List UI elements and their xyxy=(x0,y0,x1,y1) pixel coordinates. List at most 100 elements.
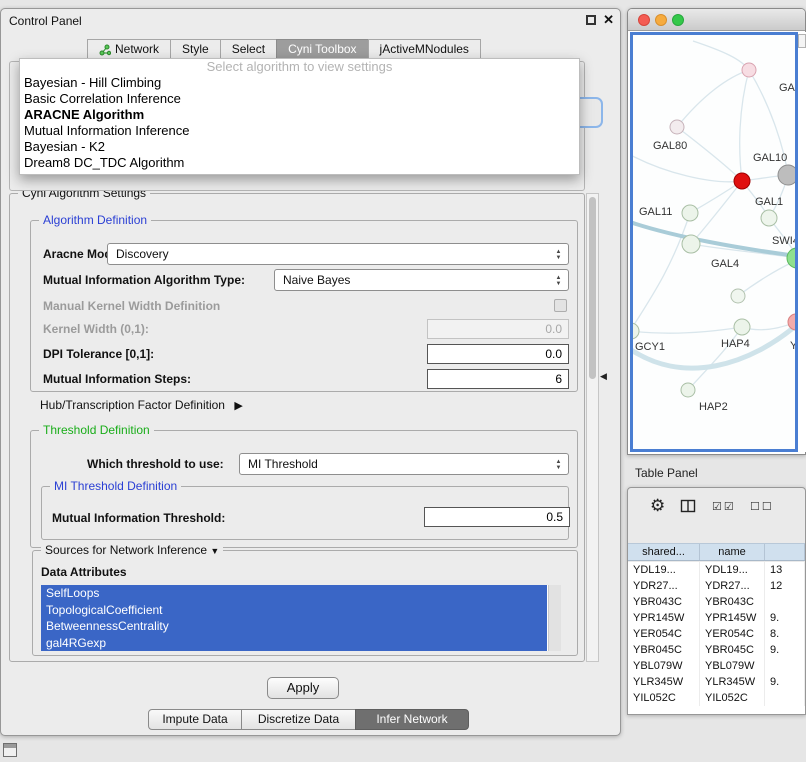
cell xyxy=(765,690,805,706)
select-all-icon[interactable]: ☑☑ xyxy=(712,500,736,513)
cell: YIL052C xyxy=(628,690,700,706)
network-graph[interactable]: GAL8 GAL80 GAL10 GAL11 GAL1 SWI4 GAL4 GC… xyxy=(633,35,795,449)
minimize-traffic-light-icon[interactable] xyxy=(655,14,667,26)
zoom-traffic-light-icon[interactable] xyxy=(672,14,684,26)
network-node[interactable] xyxy=(788,314,795,330)
gear-icon[interactable]: ⚙ xyxy=(650,496,665,516)
column-header-name[interactable]: name xyxy=(700,544,765,560)
mi-threshold-input[interactable] xyxy=(424,507,570,527)
list-item-selected[interactable]: BetweennessCentrality xyxy=(41,618,547,635)
control-panel-titlebar[interactable]: Control Panel ✕ xyxy=(1,9,620,33)
aracne-mode-combobox[interactable]: Discovery ▲▼ xyxy=(107,243,569,265)
group-title: Threshold Definition xyxy=(39,423,154,437)
cell: YBR043C xyxy=(628,594,700,610)
dropdown-option[interactable]: Bayesian - Hill Climbing xyxy=(20,75,579,91)
table-row[interactable]: YBR043C YBR043C xyxy=(628,594,805,610)
minimized-panel-icon[interactable] xyxy=(3,743,17,757)
table-row[interactable]: YBR045C YBR045C 9. xyxy=(628,642,805,658)
column-header-extra[interactable] xyxy=(765,544,805,560)
apply-button[interactable]: Apply xyxy=(267,677,339,699)
network-node[interactable] xyxy=(682,235,700,253)
network-node[interactable] xyxy=(731,289,745,303)
show-columns-icon[interactable] xyxy=(680,498,696,517)
dropdown-option[interactable]: Dream8 DC_TDC Algorithm xyxy=(20,155,579,171)
table-panel-title: Table Panel xyxy=(635,466,698,480)
tab-infer-network[interactable]: Infer Network xyxy=(355,709,469,730)
cell: YER054C xyxy=(700,626,765,642)
node-label: GAL4 xyxy=(711,258,739,270)
group-title: Algorithm Definition xyxy=(39,213,151,227)
network-node[interactable] xyxy=(742,63,756,77)
cell: 13 xyxy=(765,562,805,578)
cell: YPR145W xyxy=(700,610,765,626)
cell: YIL052C xyxy=(700,690,765,706)
cell xyxy=(765,658,805,674)
dropdown-option[interactable]: Bayesian - K2 xyxy=(20,139,579,155)
tab-network[interactable]: Network xyxy=(87,39,171,60)
mi-type-combobox[interactable]: Naive Bayes ▲▼ xyxy=(274,269,569,291)
dropdown-option-selected[interactable]: ARACNE Algorithm xyxy=(20,107,579,123)
node-label: GAL1 xyxy=(755,196,783,208)
combo-arrows-icon: ▲▼ xyxy=(552,457,565,472)
algorithm-definition-group: Algorithm Definition Aracne Mode: Discov… xyxy=(30,220,578,392)
tab-select[interactable]: Select xyxy=(220,39,277,60)
tab-cyni-toolbox[interactable]: Cyni Toolbox xyxy=(276,39,368,60)
sources-toggle[interactable]: Sources for Network Inference ▼ xyxy=(41,543,223,557)
cell: 9. xyxy=(765,642,805,658)
cell: 9. xyxy=(765,610,805,626)
manual-kernel-checkbox[interactable] xyxy=(554,299,567,312)
close-window-icon[interactable]: ✕ xyxy=(603,12,614,28)
tab-discretize-data[interactable]: Discretize Data xyxy=(241,709,356,730)
table-row[interactable]: YIL052C YIL052C xyxy=(628,690,805,706)
tab-impute-data[interactable]: Impute Data xyxy=(148,709,242,730)
table-row[interactable]: YBL079W YBL079W xyxy=(628,658,805,674)
network-node-selected[interactable] xyxy=(734,173,750,189)
network-node[interactable] xyxy=(681,383,695,397)
network-scroll-button[interactable] xyxy=(798,34,806,48)
threshold-definition-group: Threshold Definition Which threshold to … xyxy=(30,430,578,548)
sources-title: Sources for Network Inference xyxy=(45,543,207,557)
table-panel-window: ⚙ ☑☑ ☐☐ shared... name YDL19... YDL19...… xyxy=(627,487,806,715)
splitter-collapse-icon[interactable]: ◀ xyxy=(600,371,607,382)
hub-tf-definition-toggle[interactable]: Hub/Transcription Factor Definition ▶ xyxy=(40,398,243,412)
network-node[interactable] xyxy=(682,205,698,221)
network-scroll-strip xyxy=(798,32,806,452)
table-row[interactable]: YLR345W YLR345W 9. xyxy=(628,674,805,690)
network-node[interactable] xyxy=(778,165,795,185)
dropdown-option[interactable]: Mutual Information Inference xyxy=(20,123,579,139)
list-scrollbar[interactable] xyxy=(548,585,561,651)
threshold-combobox[interactable]: MI Threshold ▲▼ xyxy=(239,453,569,475)
network-window-titlebar[interactable] xyxy=(628,9,805,31)
tab-jactivemnodules[interactable]: jActiveMNodules xyxy=(368,39,481,60)
cell: YDL19... xyxy=(628,562,700,578)
kernel-width-label: Kernel Width (0,1): xyxy=(43,322,149,336)
network-canvas[interactable]: GAL8 GAL80 GAL10 GAL11 GAL1 SWI4 GAL4 GC… xyxy=(630,32,798,452)
settings-scrollbar[interactable] xyxy=(586,193,599,662)
deselect-all-icon[interactable]: ☐☐ xyxy=(750,500,774,513)
node-label: GAL10 xyxy=(753,152,787,164)
network-node[interactable] xyxy=(633,323,639,339)
network-node[interactable] xyxy=(734,319,750,335)
combo-value: Naive Bayes xyxy=(283,273,350,287)
scrollbar-thumb[interactable] xyxy=(589,197,596,379)
list-item-selected[interactable]: TopologicalCoefficient xyxy=(41,602,547,619)
close-traffic-light-icon[interactable] xyxy=(638,14,650,26)
node-label: Y xyxy=(790,340,795,352)
cell: YPR145W xyxy=(628,610,700,626)
list-item-selected[interactable]: SelfLoops xyxy=(41,585,547,602)
list-item-selected[interactable]: gal4RGexp xyxy=(41,635,547,652)
table-row[interactable]: YDL19... YDL19... 13 xyxy=(628,562,805,578)
column-header-shared-name[interactable]: shared... xyxy=(628,544,700,560)
network-node[interactable] xyxy=(761,210,777,226)
tab-style[interactable]: Style xyxy=(170,39,221,60)
cyni-algorithm-settings-group: Cyni Algorithm Settings Algorithm Defini… xyxy=(9,193,585,662)
table-row[interactable]: YER054C YER054C 8. xyxy=(628,626,805,642)
table-row[interactable]: YDR27... YDR27... 12 xyxy=(628,578,805,594)
float-window-icon[interactable] xyxy=(586,15,596,25)
kernel-width-input[interactable] xyxy=(427,319,569,339)
mi-steps-input[interactable] xyxy=(427,369,569,389)
dpi-tolerance-input[interactable] xyxy=(427,344,569,364)
table-row[interactable]: YPR145W YPR145W 9. xyxy=(628,610,805,626)
dropdown-option[interactable]: Basic Correlation Inference xyxy=(20,91,579,107)
network-node[interactable] xyxy=(670,120,684,134)
